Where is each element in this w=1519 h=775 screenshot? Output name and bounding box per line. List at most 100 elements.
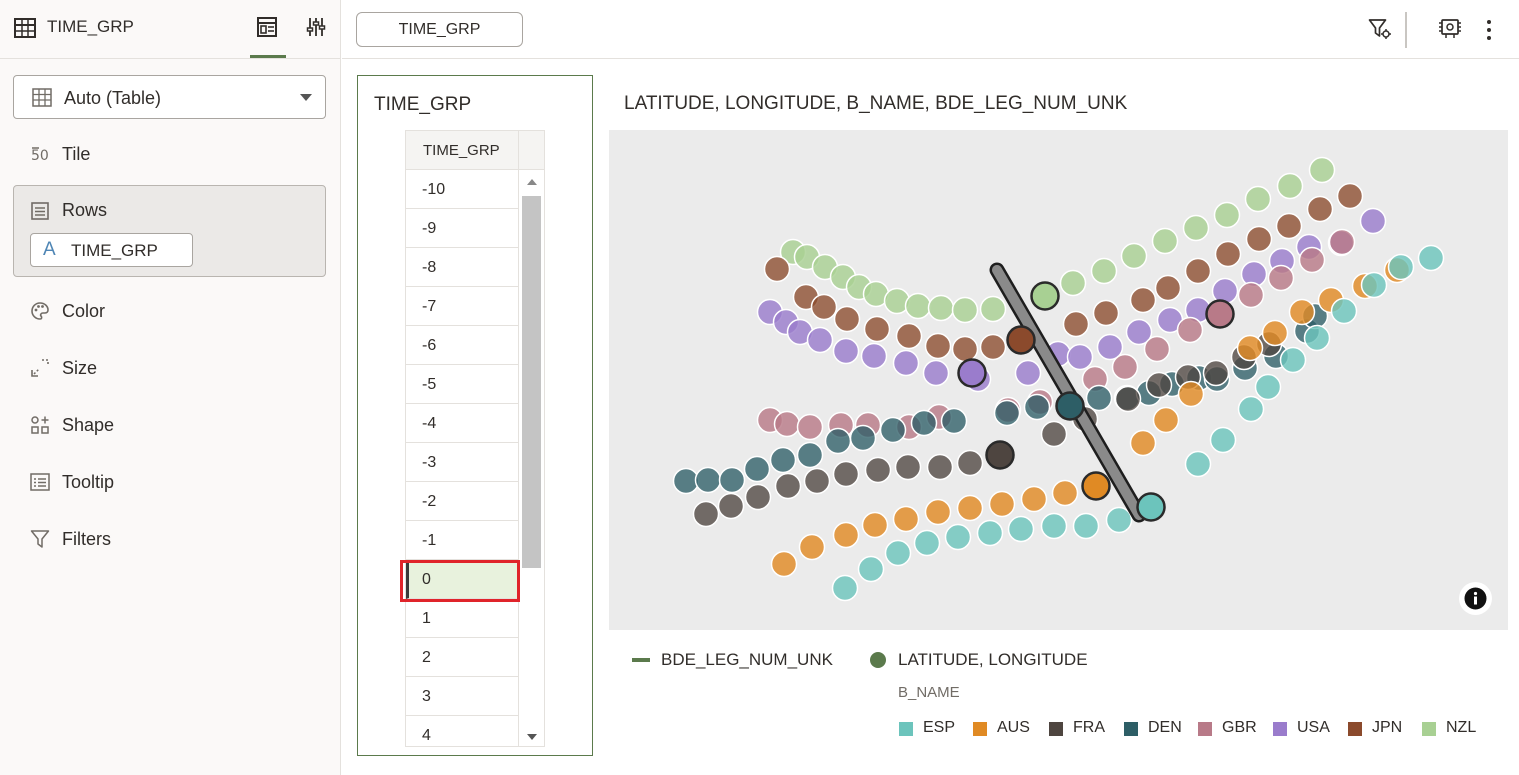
map-point-esp[interactable] [1209,426,1237,454]
more-vertical-icon[interactable] [1484,19,1494,41]
table-row[interactable]: 2 [406,638,519,677]
map-point-gbr[interactable] [1237,281,1265,309]
map-point-jpn[interactable] [1092,299,1120,327]
map-point-usa[interactable] [892,349,920,377]
map-point-fra[interactable] [1145,371,1173,399]
grammar-tooltip[interactable]: Tooltip [30,468,320,496]
map-point-fra[interactable] [803,467,831,495]
map-point-aus[interactable] [770,550,798,578]
map-plot[interactable] [609,130,1508,630]
map-point-gbr[interactable] [1328,228,1356,256]
map-point-fra[interactable] [774,472,802,500]
map-point-fra[interactable] [1202,359,1230,387]
map-point-nzl[interactable] [1090,257,1118,285]
map-point-jpn[interactable] [951,335,979,363]
map-point-aus[interactable] [798,533,826,561]
grammar-filters[interactable]: Filters [30,525,320,553]
map-point-gbr[interactable] [1111,353,1139,381]
map-point-aus[interactable] [832,521,860,549]
table-row[interactable]: -2 [406,482,519,521]
map-point-jpn[interactable] [924,332,952,360]
map-point-esp[interactable] [1007,515,1035,543]
rows-data-pill[interactable]: A TIME_GRP [30,233,193,267]
map-point-usa[interactable] [832,337,860,365]
map-point-esp[interactable] [831,574,859,602]
map-point-jpn[interactable] [1214,240,1242,268]
map-point-jpn[interactable] [1336,182,1364,210]
map-point-den[interactable] [910,409,938,437]
map-point-aus[interactable] [1129,429,1157,457]
map-point-nzl[interactable] [951,296,979,324]
map-point-nzl[interactable] [1308,156,1336,184]
table-row[interactable]: -10 [406,170,519,209]
map-point-fra[interactable] [1040,420,1068,448]
map-point-current-den[interactable] [1055,391,1085,421]
map-point-gbr[interactable] [1267,264,1295,292]
map-point-nzl[interactable] [979,295,1007,323]
table-visualization[interactable]: TIME_GRP TIME_GRP -10 -9 -8 -7 -6 -5 -4 -3 -2 -1 0… [357,75,593,756]
map-point-fra[interactable] [926,453,954,481]
table-row[interactable]: -7 [406,287,519,326]
map-point-esp[interactable] [976,519,1004,547]
map-point-current-nzl[interactable] [1030,281,1060,311]
map-point-den[interactable] [849,424,877,452]
map-point-esp[interactable] [1360,271,1388,299]
map-point-den[interactable] [769,446,797,474]
map-point-aus[interactable] [1051,479,1079,507]
map-point-gbr[interactable] [1176,316,1204,344]
map-point-den[interactable] [1023,393,1051,421]
map-point-jpn[interactable] [1245,225,1273,253]
map-point-fra[interactable] [864,456,892,484]
map-point-fra[interactable] [717,492,745,520]
map-point-nzl[interactable] [1182,214,1210,242]
map-point-nzl[interactable] [1244,185,1272,213]
map-point-esp[interactable] [1072,512,1100,540]
map-point-aus[interactable] [1288,298,1316,326]
map-point-esp[interactable] [1040,512,1068,540]
map-point-gbr[interactable] [1143,335,1171,363]
map-point-esp[interactable] [1417,244,1445,272]
map-point-usa[interactable] [1066,343,1094,371]
map-point-esp[interactable] [1279,346,1307,374]
map-point-nzl[interactable] [1059,269,1087,297]
map-point-jpn[interactable] [895,322,923,350]
map-point-jpn[interactable] [810,293,838,321]
canvas-tab[interactable]: TIME_GRP [356,12,523,47]
map-point-esp[interactable] [1105,506,1133,534]
map-point-nzl[interactable] [927,294,955,322]
map-point-fra[interactable] [744,483,772,511]
map-point-aus[interactable] [1177,380,1205,408]
map-point-usa[interactable] [860,342,888,370]
table-row[interactable]: -6 [406,326,519,365]
map-point-jpn[interactable] [1184,257,1212,285]
table-row[interactable]: -8 [406,248,519,287]
table-row[interactable]: -4 [406,404,519,443]
map-point-fra[interactable] [956,449,984,477]
table-row[interactable]: -1 [406,521,519,560]
map-point-current-esp[interactable] [1136,492,1166,522]
grammar-icon[interactable] [257,17,277,37]
grammar-shape[interactable]: Shape [30,411,320,439]
map-point-aus[interactable] [861,511,889,539]
table-row[interactable]: 4 [406,716,519,746]
map-point-fra[interactable] [894,453,922,481]
map-point-esp[interactable] [1237,395,1265,423]
column-header[interactable]: TIME_GRP [406,131,519,170]
map-point-den[interactable] [796,441,824,469]
map-point-gbr[interactable] [796,413,824,441]
map-point-current-gbr[interactable] [1205,299,1235,329]
map-point-jpn[interactable] [1129,286,1157,314]
map-point-current-aus[interactable] [1081,471,1111,501]
map-point-esp[interactable] [1254,373,1282,401]
map-point-current-fra[interactable] [985,440,1015,470]
vertical-scrollbar[interactable] [519,170,544,746]
map-point-esp[interactable] [1184,450,1212,478]
map-point-fra[interactable] [832,460,860,488]
map-point-jpn[interactable] [1154,274,1182,302]
map-point-aus[interactable] [1236,334,1264,362]
map-point-nzl[interactable] [904,292,932,320]
sliders-icon[interactable] [306,17,326,37]
map-point-aus[interactable] [988,490,1016,518]
map-point-den[interactable] [672,467,700,495]
map-point-gbr[interactable] [773,410,801,438]
